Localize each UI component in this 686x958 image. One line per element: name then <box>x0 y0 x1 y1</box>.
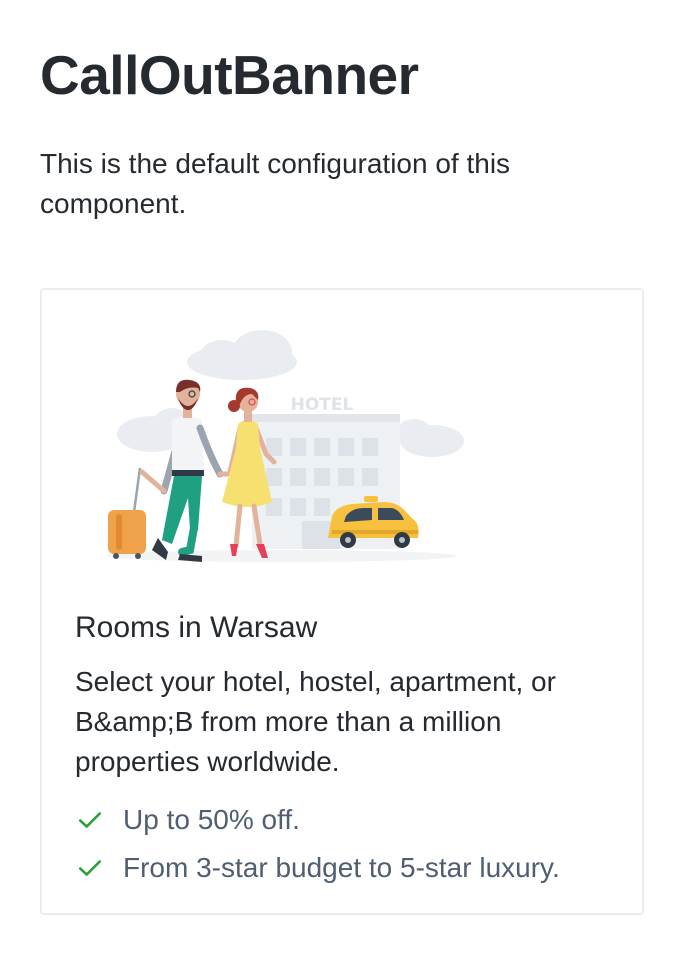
hotel-sign: HOTEL <box>291 395 354 415</box>
check-icon <box>78 860 102 876</box>
feature-text: From 3-star budget to 5-star luxury. <box>123 852 560 883</box>
page-description: This is the default configuration of thi… <box>40 148 511 219</box>
page-title: CallOutBanner <box>40 44 419 106</box>
feature-text: Up to 50% off. <box>123 804 300 835</box>
man-illustration <box>139 379 235 562</box>
feature-item: From 3-star budget to 5-star luxury. <box>75 844 560 892</box>
feature-item: Up to 50% off. <box>75 796 560 844</box>
banner-title: Rooms in Warsaw <box>75 611 318 644</box>
check-icon <box>78 812 102 828</box>
hotel-couple-taxi-illustration: HOTEL <box>107 330 464 562</box>
suitcase-illustration <box>108 467 146 559</box>
banner-description: Select your hotel, hostel, apartment, or… <box>75 666 556 777</box>
callout-banner: HOTEL Rooms in Warsaw Select your hotel,… <box>40 288 644 915</box>
feature-list: Up to 50% off. From 3-star budget to 5-s… <box>75 796 560 892</box>
